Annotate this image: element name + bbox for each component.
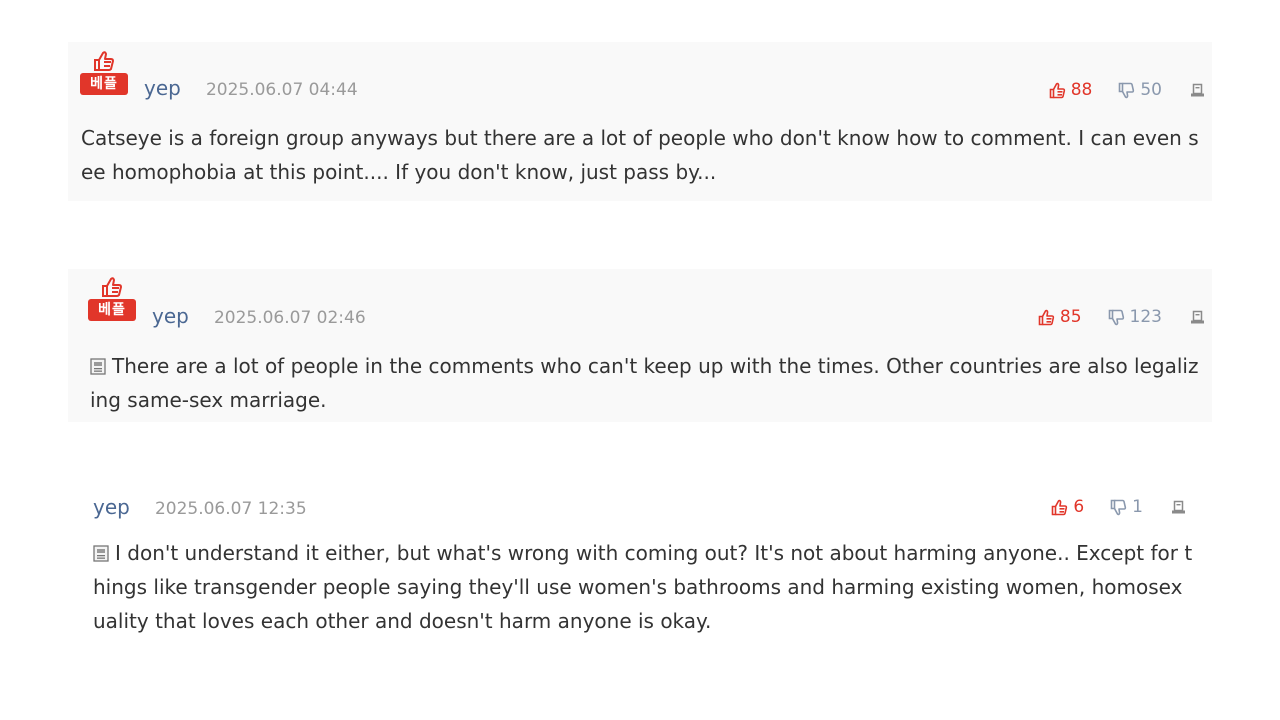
best-comment: 베플 yep 2025.06.07 02:46 85 123 There are… [68, 269, 1212, 422]
best-label: 베플 [88, 299, 136, 321]
thumbs-up-icon [102, 277, 122, 297]
like-button[interactable]: 85 [1038, 304, 1082, 330]
comment-meta: yep 2025.06.07 04:44 [144, 75, 358, 101]
dislike-button[interactable]: 50 [1118, 77, 1162, 103]
comment-meta: yep 2025.06.07 12:35 [93, 494, 307, 520]
author-name[interactable]: yep [144, 76, 181, 100]
thumbs-down-icon [1110, 499, 1127, 515]
best-comment-badge: 베플 [80, 50, 128, 100]
best-label: 베플 [80, 73, 128, 95]
thumbs-down-icon [1108, 309, 1124, 325]
dislike-count: 50 [1140, 80, 1162, 100]
comment-meta: yep 2025.06.07 02:46 [152, 303, 366, 329]
comment-date: 2025.06.07 12:35 [154, 499, 307, 519]
like-count: 85 [1059, 307, 1082, 327]
best-comment: 베플 yep 2025.06.07 04:44 88 50 Catseye is… [68, 42, 1212, 201]
like-count: 88 [1070, 80, 1093, 100]
dislike-button[interactable]: 1 [1110, 494, 1143, 520]
thumbs-up-icon [1038, 309, 1055, 325]
author-name[interactable]: yep [93, 495, 130, 519]
comment-text: There are a lot of people in the comment… [90, 349, 1200, 417]
comment-text-content: There are a lot of people in the comment… [90, 354, 1199, 412]
report-icon[interactable] [1190, 83, 1205, 98]
thumbs-down-icon [1119, 82, 1135, 98]
dislike-button[interactable]: 123 [1108, 304, 1162, 330]
comment-text: I don't understand it either, but what's… [93, 536, 1193, 638]
dislike-count: 1 [1132, 497, 1143, 517]
vote-controls: 6 1 [1051, 494, 1186, 520]
memo-icon [93, 545, 109, 562]
like-button[interactable]: 6 [1051, 494, 1084, 520]
vote-controls: 88 50 [1049, 77, 1205, 103]
like-button[interactable]: 88 [1049, 77, 1093, 103]
memo-icon [90, 358, 106, 375]
thumbs-up-icon [94, 51, 114, 71]
dislike-count: 123 [1129, 307, 1162, 327]
thumbs-up-icon [1052, 499, 1068, 515]
comment-text-content: I don't understand it either, but what's… [93, 541, 1193, 633]
comment-text-content: Catseye is a foreign group anyways but t… [81, 126, 1199, 184]
report-icon[interactable] [1190, 310, 1205, 325]
comment-date: 2025.06.07 02:46 [213, 308, 366, 328]
best-comment-badge: 베플 [88, 276, 136, 326]
comment: yep 2025.06.07 12:35 6 1 I don't underst… [68, 480, 1212, 650]
thumbs-up-icon [1049, 82, 1065, 98]
comment-text: Catseye is a foreign group anyways but t… [81, 121, 1206, 189]
like-count: 6 [1073, 497, 1085, 517]
vote-controls: 85 123 [1038, 304, 1205, 330]
report-icon[interactable] [1171, 500, 1186, 515]
author-name[interactable]: yep [152, 304, 189, 328]
comment-date: 2025.06.07 04:44 [205, 80, 358, 100]
